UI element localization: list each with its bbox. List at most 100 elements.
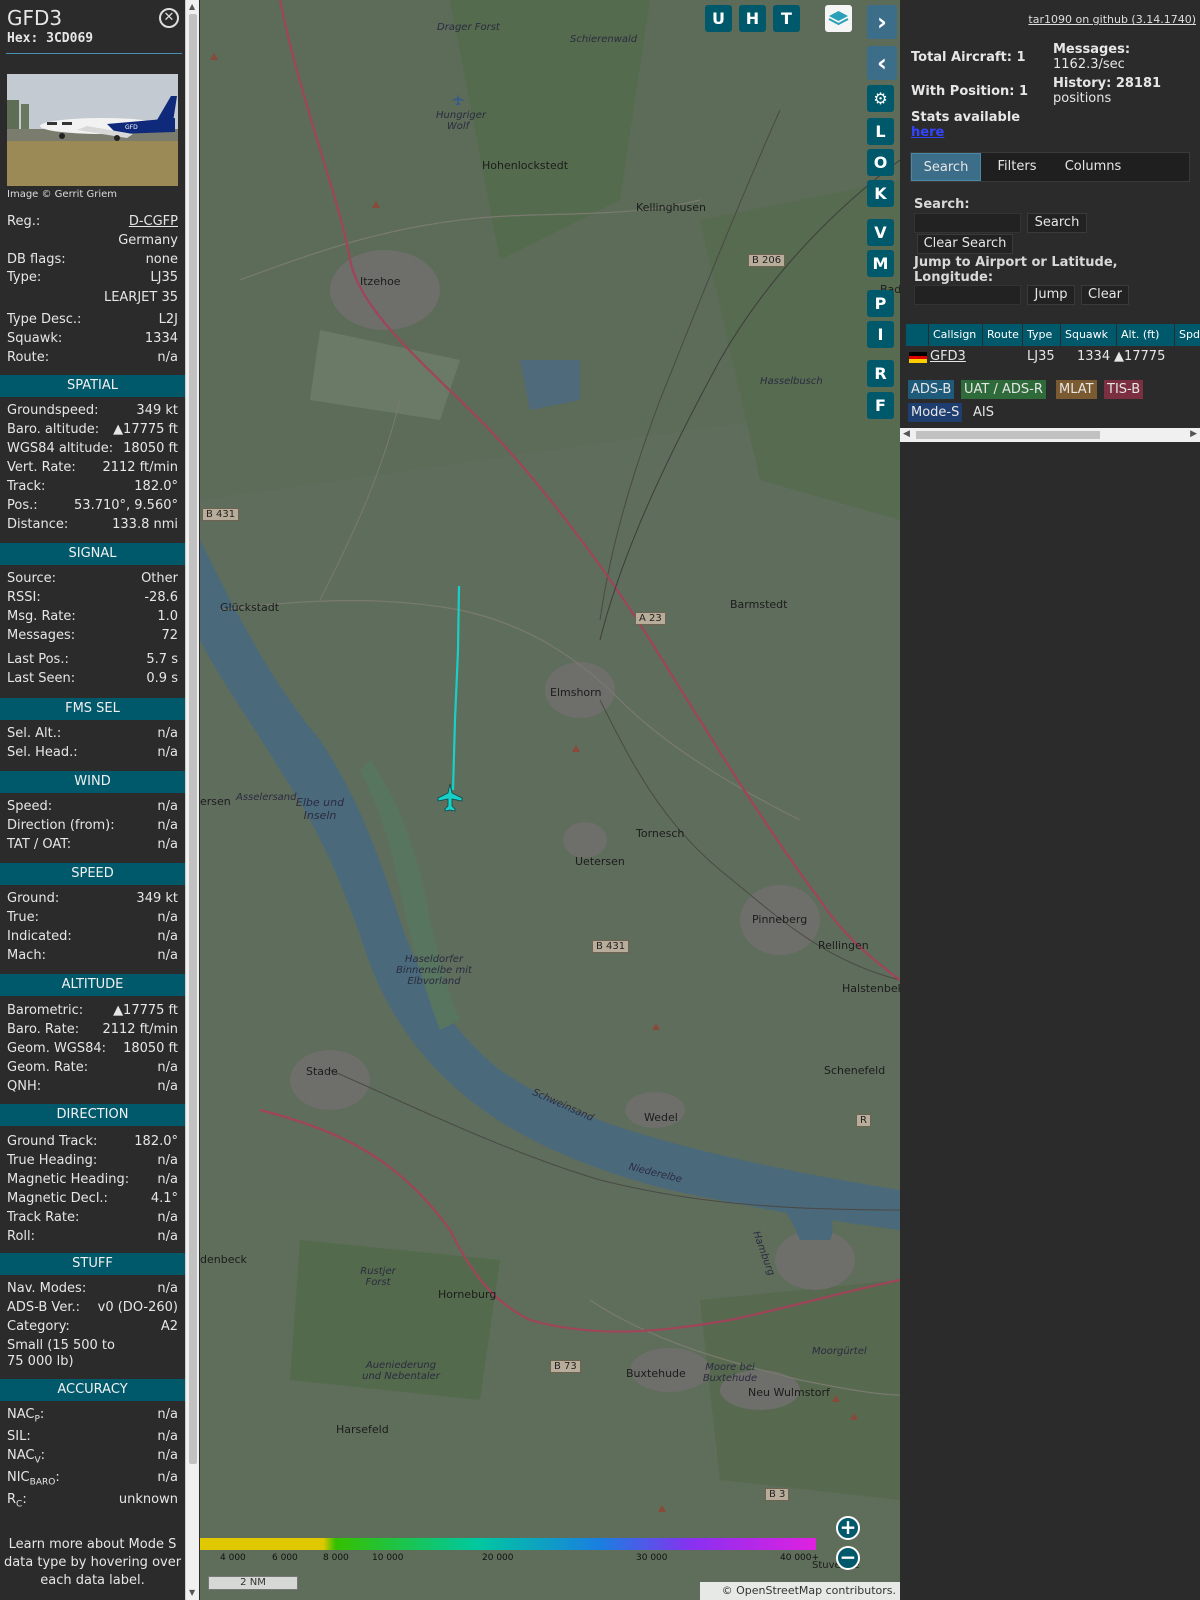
source-chip-modes: Mode-S [908, 403, 963, 422]
info-row: Groundspeed: 349 kt [7, 403, 178, 421]
clear-search-button[interactable]: Clear Search [917, 234, 1013, 254]
clear-button[interactable]: Clear [1081, 285, 1129, 305]
scroll-down-arrow-icon[interactable]: ▼ [189, 1588, 195, 1597]
scroll-left-arrow-icon[interactable]: ◀ [903, 429, 910, 439]
map-button-t[interactable]: T [773, 5, 800, 32]
info-label: Groundspeed: [7, 403, 99, 418]
layers-icon[interactable] [825, 5, 852, 32]
map-button-m[interactable]: M [867, 250, 894, 277]
map-button-l[interactable]: L [867, 118, 894, 145]
zoom-out-icon[interactable]: − [836, 1546, 860, 1570]
info-row: Pos.: 53.710°, 9.560° [7, 498, 178, 516]
nicbaro-label: NICBARO: [7, 1470, 60, 1488]
column-header-callsign[interactable]: Callsign [928, 324, 982, 346]
scroll-right-arrow-icon[interactable]: ▶ [1190, 429, 1197, 439]
map-button-o[interactable]: O [867, 149, 894, 176]
info-value: n/a [157, 1079, 178, 1094]
scrollbar-thumb[interactable] [189, 14, 197, 1464]
zoom-in-icon[interactable]: + [836, 1516, 860, 1540]
distance-scale: 2 NM [208, 1576, 298, 1590]
map-label: Halstenbek [842, 982, 900, 995]
info-row: RC: unknown [7, 1492, 178, 1510]
scroll-up-arrow-icon[interactable]: ▲ [189, 2, 195, 11]
map-button-h[interactable]: H [739, 5, 766, 32]
info-label: WGS84 altitude: [7, 441, 114, 456]
type-full-value: LEARJET 35 [103, 290, 178, 305]
column-header-altitude[interactable]: Alt. (ft) [1116, 324, 1174, 346]
road-badge: B 431 [202, 508, 240, 521]
aircraft-photo[interactable]: GFD [7, 74, 178, 186]
map-button-k[interactable]: K [867, 180, 894, 207]
road-badge: B 206 [748, 254, 786, 267]
map-button-i[interactable]: I [867, 321, 894, 348]
messages-label: Messages: [1053, 42, 1131, 57]
info-value: n/a [157, 1060, 178, 1075]
info-row: Messages: 72 [7, 628, 178, 646]
type-full-row: LEARJET 35 [7, 290, 178, 308]
jump-button[interactable]: Jump [1027, 285, 1075, 305]
info-row: Baro. Rate: 2112 ft/min [7, 1022, 178, 1040]
info-value: 349 kt [136, 403, 178, 418]
info-value: 2112 ft/min [102, 460, 178, 475]
route-row: Route: n/a [7, 350, 178, 368]
info-row: Roll: n/a [7, 1229, 178, 1247]
info-value: n/a [157, 1281, 178, 1296]
aircraft-list-panel: tar1090 on github (3.14.1740) Total Airc… [900, 0, 1200, 1600]
info-label: Baro. Rate: [7, 1022, 80, 1037]
settings-gear-icon[interactable]: ⚙ [867, 85, 894, 112]
reg-link[interactable]: D-CGFP [129, 214, 178, 229]
column-header-squawk[interactable]: Squawk [1060, 324, 1116, 346]
tab-filters[interactable]: Filters [987, 153, 1047, 181]
chevron-left-icon[interactable]: ‹ [867, 46, 897, 80]
map-button-r[interactable]: R [867, 360, 894, 387]
info-label: Nav. Modes: [7, 1281, 87, 1296]
search-input[interactable] [914, 213, 1021, 233]
info-row: WGS84 altitude: 18050 ft [7, 441, 178, 459]
column-header-route[interactable]: Route [982, 324, 1022, 346]
map-button-p[interactable]: P [867, 290, 894, 317]
aircraft-table-header: Callsign Route Type Squawk Alt. (ft) Spd [906, 324, 1200, 346]
jump-input[interactable] [914, 285, 1021, 305]
info-label: Ground Track: [7, 1134, 98, 1149]
chevron-right-icon[interactable]: › [867, 5, 897, 39]
info-row: Direction (from): n/a [7, 818, 178, 836]
row-callsign[interactable]: GFD3 [930, 349, 966, 364]
github-link[interactable]: tar1090 on github (3.14.1740) [1028, 13, 1196, 26]
map-button-f[interactable]: F [867, 392, 894, 419]
info-row: Category: A2 [7, 1319, 178, 1337]
map-button-v[interactable]: V [867, 219, 894, 246]
column-header-type[interactable]: Type [1022, 324, 1060, 346]
tab-columns[interactable]: Columns [1055, 153, 1131, 181]
section-fms-sel: FMS SEL [0, 698, 185, 720]
map-label: Aueniederung und Nebentaler [362, 1360, 440, 1382]
map-label: Elmshorn [550, 686, 602, 699]
info-label: Track: [7, 479, 46, 494]
map-view[interactable]: Drager Forst Schierenwald Hungriger Wolf… [200, 0, 900, 1600]
info-label: Sel. Head.: [7, 745, 78, 760]
close-icon[interactable]: ✕ [159, 8, 179, 28]
column-header-flag[interactable] [906, 324, 928, 346]
section-altitude: ALTITUDE [0, 974, 185, 996]
road-badge: B 3 [765, 1488, 790, 1501]
info-value: 18050 ft [123, 441, 178, 456]
stats-label: Stats available [911, 110, 1021, 125]
info-panel-scrollbar[interactable]: ▲ ▼ [185, 0, 199, 1600]
info-value: n/a [157, 910, 178, 925]
altitude-scale-label: 8 000 [323, 1553, 349, 1563]
map-label: Wedel [644, 1111, 678, 1124]
stats-here-link[interactable]: here [911, 125, 944, 140]
tab-search[interactable]: Search [911, 153, 981, 181]
table-row[interactable]: GFD3 LJ35 1334 ▲17775 [906, 347, 1200, 367]
column-header-speed[interactable]: Spd [1174, 324, 1200, 346]
info-label: Direction (from): [7, 818, 115, 833]
table-horizontal-scrollbar[interactable]: ◀ ▶ [900, 428, 1200, 442]
squawk-row: Squawk: 1334 [7, 331, 178, 349]
info-label: Last Pos.: [7, 652, 69, 667]
info-label: TAT / OAT: [7, 837, 72, 852]
osm-attribution[interactable]: © OpenStreetMap contributors. [700, 1582, 900, 1600]
scrollbar-thumb[interactable] [916, 431, 1100, 439]
search-button[interactable]: Search [1027, 213, 1087, 233]
map-button-u[interactable]: U [705, 5, 732, 32]
info-value: v0 (DO-260) [97, 1300, 178, 1315]
info-row: Geom. Rate: n/a [7, 1060, 178, 1078]
